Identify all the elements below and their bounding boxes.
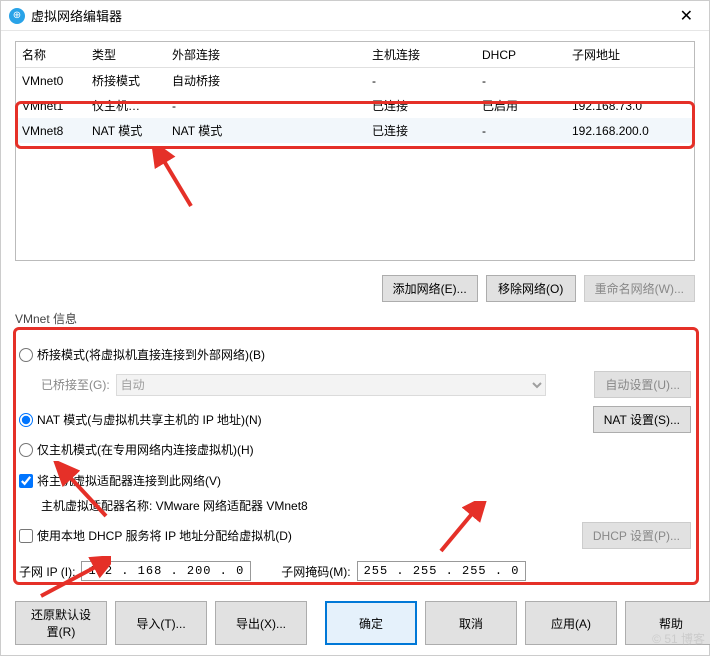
watermark: © 51 博客 (652, 630, 705, 647)
subnet-ip-label: 子网 IP (I): (19, 563, 75, 580)
bridge-to-label: 已桥接至(G): (41, 376, 110, 393)
add-network-button[interactable]: 添加网络(E)... (382, 275, 478, 302)
subnet-ip-input[interactable]: 192 . 168 . 200 . 0 (81, 561, 251, 581)
window-title: 虚拟网络编辑器 (31, 6, 672, 25)
apply-button[interactable]: 应用(A) (525, 601, 617, 645)
rename-network-button: 重命名网络(W)... (584, 275, 695, 302)
hostonly-mode-radio[interactable]: 仅主机模式(在专用网络内连接虚拟机)(H) (19, 441, 254, 458)
nat-mode-radio[interactable]: NAT 模式(与虚拟机共享主机的 IP 地址)(N) (19, 411, 262, 428)
col-dhcp[interactable]: DHCP (476, 42, 566, 68)
vmnet-table[interactable]: 名称 类型 外部连接 主机连接 DHCP 子网地址 VMnet0 桥接模式 自动… (15, 41, 695, 261)
remove-network-button[interactable]: 移除网络(O) (486, 275, 576, 302)
table-row-selected[interactable]: VMnet8 NAT 模式 NAT 模式 已连接 - 192.168.200.0 (16, 118, 694, 143)
bridge-mode-radio[interactable]: 桥接模式(将虚拟机直接连接到外部网络)(B) (19, 346, 265, 363)
table-row[interactable]: VMnet0 桥接模式 自动桥接 - - (16, 68, 694, 94)
cancel-button[interactable]: 取消 (425, 601, 517, 645)
dhcp-settings-button: DHCP 设置(P)... (582, 522, 691, 549)
col-subnet[interactable]: 子网地址 (566, 42, 694, 68)
restore-defaults-button[interactable]: 还原默认设置(R) (15, 601, 107, 645)
bridge-to-select: 自动 (116, 374, 546, 396)
import-button[interactable]: 导入(T)... (115, 601, 207, 645)
nat-settings-button[interactable]: NAT 设置(S)... (593, 406, 691, 433)
col-type[interactable]: 类型 (86, 42, 166, 68)
col-ext[interactable]: 外部连接 (166, 42, 366, 68)
connect-host-checkbox[interactable]: 将主机虚拟适配器连接到此网络(V) (19, 472, 221, 489)
adapter-name-label: 主机虚拟适配器名称: VMware 网络适配器 VMnet8 (41, 497, 308, 514)
export-button[interactable]: 导出(X)... (215, 601, 307, 645)
auto-settings-button: 自动设置(U)... (594, 371, 691, 398)
table-row[interactable]: VMnet1 仅主机… - 已连接 已启用 192.168.73.0 (16, 93, 694, 118)
use-dhcp-checkbox[interactable]: 使用本地 DHCP 服务将 IP 地址分配给虚拟机(D) (19, 527, 292, 544)
col-host[interactable]: 主机连接 (366, 42, 476, 68)
vmnet-info-title: VMnet 信息 (1, 310, 709, 329)
col-name[interactable]: 名称 (16, 42, 86, 68)
app-icon: ⊕ (9, 8, 25, 24)
ok-button[interactable]: 确定 (325, 601, 417, 645)
close-button[interactable]: ✕ (672, 6, 701, 26)
subnet-mask-label: 子网掩码(M): (281, 563, 350, 580)
subnet-mask-input[interactable]: 255 . 255 . 255 . 0 (357, 561, 527, 581)
